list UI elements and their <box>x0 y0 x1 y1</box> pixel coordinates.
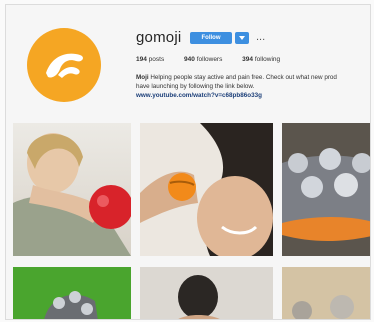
following-stat[interactable]: 394 following <box>242 56 280 63</box>
instagram-profile-window: gomoji Follow ... 194 posts 940 follower… <box>5 4 371 320</box>
person-back-view-photo <box>140 267 273 319</box>
profile-bio: Moji Helping people stay active and pain… <box>136 73 370 100</box>
bio-name: Moji <box>136 74 149 81</box>
caret-down-icon <box>239 36 245 40</box>
post-thumbnail[interactable] <box>140 267 273 319</box>
profile-avatar[interactable] <box>27 28 101 102</box>
post-thumbnail[interactable] <box>282 267 370 319</box>
roller-on-grass-photo <box>13 267 131 319</box>
bio-text-line1: Helping people stay active and pain free… <box>148 74 337 81</box>
profile-stats: 194 posts 940 followers 394 following <box>136 56 298 63</box>
follow-button[interactable]: Follow <box>190 32 232 44</box>
bio-text-line2: have launching by following the link bel… <box>136 83 255 90</box>
post-thumbnail[interactable] <box>13 267 131 319</box>
more-options-button[interactable]: ... <box>256 31 265 43</box>
dropdown-button[interactable] <box>235 32 249 44</box>
massage-balls-closeup-photo <box>282 267 370 319</box>
post-thumbnail[interactable] <box>282 123 370 256</box>
man-with-orange-ball-photo <box>140 123 273 256</box>
posts-stat[interactable]: 194 posts <box>136 56 164 63</box>
profile-username: gomoji <box>136 29 182 46</box>
massage-roller-product-photo <box>282 123 370 256</box>
bio-link[interactable]: www.youtube.com/watch?v=c68pb86o33g <box>136 92 262 99</box>
followers-stat[interactable]: 940 followers <box>184 56 222 63</box>
moji-logo-icon <box>46 53 83 78</box>
post-thumbnail[interactable] <box>13 123 131 256</box>
woman-with-massage-ball-photo <box>13 133 131 256</box>
post-thumbnail[interactable] <box>140 123 273 256</box>
